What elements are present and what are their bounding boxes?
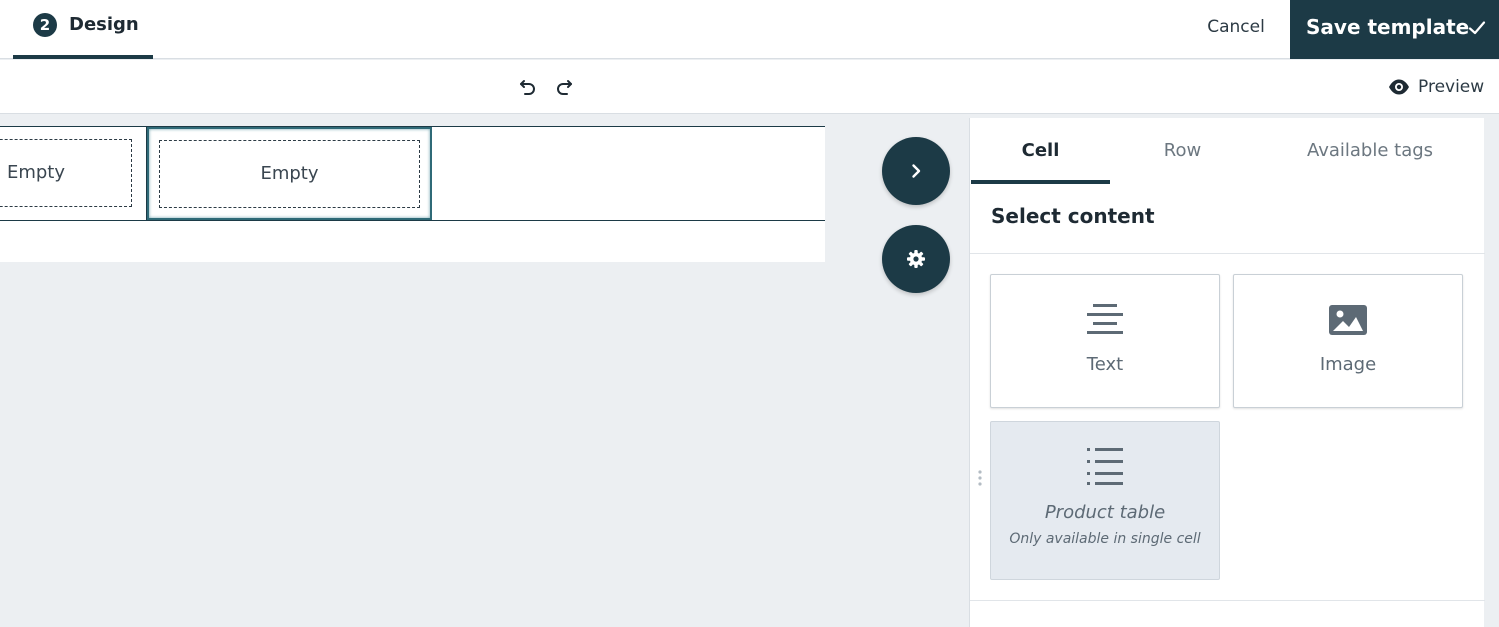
content-card-product-table: Product table Only available in single c… bbox=[990, 421, 1220, 580]
preview-label: Preview bbox=[1418, 77, 1485, 97]
active-tab-indicator bbox=[971, 180, 1110, 184]
eye-icon bbox=[1389, 79, 1409, 95]
redo-icon bbox=[557, 80, 572, 95]
content-card-text[interactable]: Text bbox=[990, 274, 1220, 408]
save-template-label: Save template bbox=[1306, 15, 1470, 39]
settings-button[interactable] bbox=[882, 225, 950, 293]
check-icon bbox=[1468, 21, 1486, 35]
cancel-button[interactable]: Cancel bbox=[1196, 14, 1276, 40]
tab-available-tags[interactable]: Available tags bbox=[1270, 118, 1470, 184]
tab-row[interactable]: Row bbox=[1110, 118, 1255, 184]
collapse-panel-button[interactable] bbox=[882, 137, 950, 205]
divider bbox=[970, 600, 1485, 601]
redo-button[interactable] bbox=[552, 75, 576, 99]
canvas-cell-empty[interactable]: Empty bbox=[0, 139, 132, 207]
card-sublabel: Only available in single cell bbox=[1009, 531, 1201, 547]
drag-handle-icon[interactable] bbox=[977, 470, 983, 486]
step-number-badge: 2 bbox=[33, 13, 57, 37]
list-icon bbox=[1087, 448, 1123, 485]
undo-icon bbox=[520, 80, 535, 95]
card-label: Product table bbox=[1044, 502, 1166, 523]
step-label: Design bbox=[69, 14, 139, 35]
image-icon bbox=[1329, 305, 1367, 335]
preview-button[interactable]: Preview bbox=[1388, 74, 1488, 100]
canvas-cell-empty[interactable]: Empty bbox=[159, 140, 420, 208]
canvas-cell-selected[interactable]: Empty bbox=[147, 127, 432, 220]
gear-icon bbox=[907, 250, 925, 268]
chevron-right-icon bbox=[912, 164, 921, 178]
save-template-button[interactable]: Save template bbox=[1290, 0, 1499, 59]
card-label: Image bbox=[1319, 354, 1377, 375]
card-label: Text bbox=[1086, 354, 1124, 375]
template-canvas: Empty Empty bbox=[0, 126, 825, 262]
step-tab-design[interactable]: 2 Design bbox=[13, 0, 153, 59]
panel-title: Select content bbox=[991, 204, 1155, 228]
top-bar: 2 Design Cancel Save template bbox=[0, 0, 1499, 59]
row-border-bottom bbox=[0, 220, 825, 221]
content-panel: Cell Row Available tags Select content T… bbox=[969, 118, 1485, 627]
tab-cell[interactable]: Cell bbox=[971, 118, 1110, 184]
text-align-icon bbox=[1087, 304, 1123, 334]
editor-toolbar: Preview bbox=[0, 60, 1499, 114]
undo-button[interactable] bbox=[516, 75, 540, 99]
content-card-image[interactable]: Image bbox=[1233, 274, 1463, 408]
divider bbox=[970, 253, 1485, 254]
